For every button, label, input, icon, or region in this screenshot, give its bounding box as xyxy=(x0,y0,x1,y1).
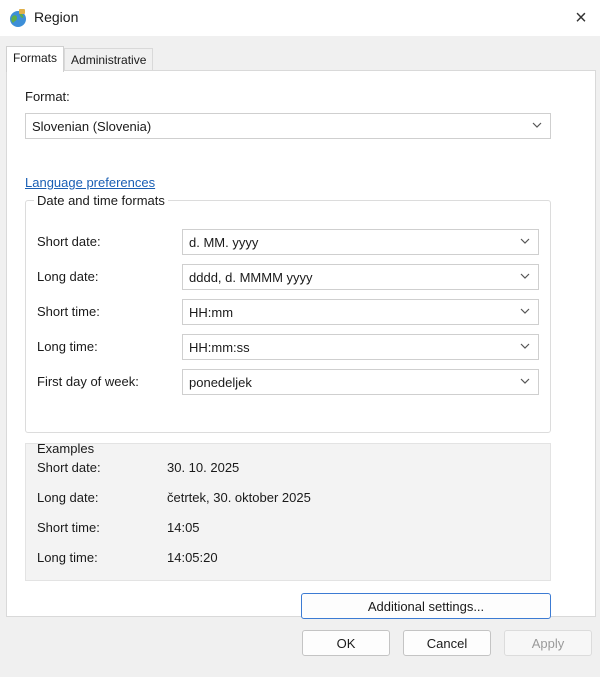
apply-button[interactable]: Apply xyxy=(504,630,592,656)
example-long-date-label: Long date: xyxy=(37,490,99,505)
example-long-date-value: četrtek, 30. oktober 2025 xyxy=(167,490,311,505)
chevron-down-icon xyxy=(520,273,530,279)
long-time-value: HH:mm:ss xyxy=(189,340,250,355)
example-short-time-value: 14:05 xyxy=(167,520,200,535)
format-label: Format: xyxy=(25,89,70,104)
tab-formats[interactable]: Formats xyxy=(6,46,65,72)
close-icon: × xyxy=(575,6,587,29)
first-day-value: ponedeljek xyxy=(189,375,252,390)
format-value: Slovenian (Slovenia) xyxy=(32,119,152,134)
format-dropdown[interactable]: Slovenian (Slovenia) xyxy=(25,113,551,139)
tab-administrative[interactable]: Administrative xyxy=(64,48,154,71)
chevron-down-icon xyxy=(520,343,530,349)
example-short-time-label: Short time: xyxy=(37,520,100,535)
window-title: Region xyxy=(34,9,79,25)
example-long-time-value: 14:05:20 xyxy=(167,550,218,565)
dialog-client: Formats Administrative Format: Slovenian… xyxy=(0,36,600,677)
long-time-label: Long time: xyxy=(37,339,98,354)
short-time-dropdown[interactable]: HH:mm xyxy=(182,299,539,325)
short-date-dropdown[interactable]: d. MM. yyyy xyxy=(182,229,539,255)
cancel-button[interactable]: Cancel xyxy=(403,630,491,656)
chevron-down-icon xyxy=(520,238,530,244)
examples-group xyxy=(25,443,551,581)
formats-panel: Format: Slovenian (Slovenia) Language pr… xyxy=(6,70,596,619)
chevron-down-icon xyxy=(532,122,542,128)
language-preferences-link[interactable]: Language preferences xyxy=(25,175,155,190)
long-date-label: Long date: xyxy=(37,269,99,284)
example-short-date-label: Short date: xyxy=(37,460,101,475)
tab-strip: Formats Administrative xyxy=(6,46,154,72)
short-time-value: HH:mm xyxy=(189,305,234,320)
long-date-dropdown[interactable]: dddd, d. MMMM yyyy xyxy=(182,264,539,290)
ok-button[interactable]: OK xyxy=(302,630,390,656)
short-date-value: d. MM. yyyy xyxy=(189,235,259,250)
examples-legend: Examples xyxy=(37,441,95,456)
short-date-label: Short date: xyxy=(37,234,101,249)
chevron-down-icon xyxy=(520,308,530,314)
first-day-dropdown[interactable]: ponedeljek xyxy=(182,369,539,395)
example-short-date-value: 30. 10. 2025 xyxy=(167,460,240,475)
globe-icon xyxy=(10,9,26,27)
date-time-formats-legend: Date and time formats xyxy=(37,193,165,208)
long-date-value: dddd, d. MMMM yyyy xyxy=(189,270,313,285)
short-time-label: Short time: xyxy=(37,304,100,319)
title-bar: Region × xyxy=(0,0,600,36)
example-long-time-label: Long time: xyxy=(37,550,98,565)
close-button[interactable]: × xyxy=(562,0,600,36)
chevron-down-icon xyxy=(520,378,530,384)
first-day-label: First day of week: xyxy=(37,374,139,389)
long-time-dropdown[interactable]: HH:mm:ss xyxy=(182,334,539,360)
additional-settings-button[interactable]: Additional settings... xyxy=(301,593,551,619)
